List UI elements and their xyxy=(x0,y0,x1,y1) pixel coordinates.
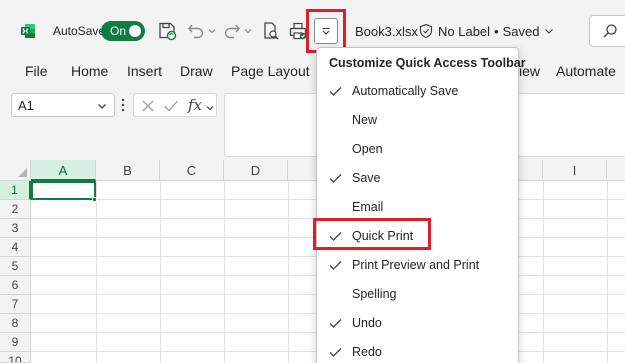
confirm-entry-icon[interactable] xyxy=(163,99,179,113)
menu-item-label: Spelling xyxy=(352,287,397,301)
tab-automate[interactable]: Automate xyxy=(556,63,616,79)
shield-icon xyxy=(419,23,433,39)
tab-home[interactable]: Home xyxy=(71,63,108,79)
column-header-a[interactable]: A xyxy=(31,160,96,181)
menu-item-label: Undo xyxy=(352,316,382,330)
row-header-7[interactable]: 7 xyxy=(0,295,31,314)
column-header-h-partial[interactable] xyxy=(519,160,543,181)
chevron-down-bar-icon xyxy=(322,27,330,35)
toggle-knob xyxy=(129,25,141,37)
menu-item-spelling[interactable]: Spelling xyxy=(317,281,518,309)
menu-item-undo[interactable]: Undo xyxy=(317,310,518,338)
formula-controls: fx xyxy=(133,93,217,117)
print-preview-button[interactable] xyxy=(261,19,281,43)
menu-item-print-preview-and-print[interactable]: Print Preview and Print xyxy=(317,252,518,280)
row-header-3[interactable]: 3 xyxy=(0,219,31,238)
row-header-1[interactable]: 1 xyxy=(0,181,31,200)
menu-item-automatically-save[interactable]: Automatically Save xyxy=(317,78,518,106)
sensitivity-status-group[interactable]: No Label • Saved xyxy=(418,21,555,41)
row-header-8[interactable]: 8 xyxy=(0,314,31,333)
column-header-i[interactable]: I xyxy=(543,160,607,181)
menu-title: Customize Quick Access Toolbar xyxy=(329,56,526,70)
chevron-down-icon xyxy=(208,29,216,34)
row-header-4[interactable]: 4 xyxy=(0,238,31,257)
print-preview-icon xyxy=(264,22,279,40)
grid-line xyxy=(224,181,225,363)
customize-qat-menu: Customize Quick Access Toolbar Automatic… xyxy=(316,47,526,363)
chevron-down-icon[interactable] xyxy=(205,103,215,113)
customize-qat-button[interactable] xyxy=(314,18,338,44)
sensitivity-label: No Label xyxy=(438,23,491,39)
undo-icon xyxy=(188,24,204,39)
row-header-5[interactable]: 5 xyxy=(0,257,31,276)
menu-item-open[interactable]: Open xyxy=(317,136,518,164)
tab-draw[interactable]: Draw xyxy=(180,63,213,79)
search-box[interactable] xyxy=(589,15,625,47)
save-button[interactable] xyxy=(156,19,178,43)
row-header-10[interactable]: 10 xyxy=(0,352,31,363)
select-all-corner[interactable] xyxy=(0,160,31,181)
tab-file[interactable]: File xyxy=(25,63,48,79)
row-header-2[interactable]: 2 xyxy=(0,200,31,219)
grid-line xyxy=(96,181,97,363)
menu-item-label: Email xyxy=(352,200,384,214)
quick-print-icon xyxy=(289,22,307,40)
grid-line xyxy=(160,181,161,363)
separator-dot: • xyxy=(494,23,499,39)
menu-item-new[interactable]: New xyxy=(317,107,518,135)
menu-item-label: Automatically Save xyxy=(352,84,459,98)
column-header-b[interactable]: B xyxy=(96,160,160,181)
menu-item-label: Redo xyxy=(352,345,382,359)
chevron-down-icon xyxy=(98,104,106,109)
chevron-down-icon xyxy=(545,29,554,34)
insert-function-button[interactable]: fx xyxy=(188,96,202,114)
tab-insert[interactable]: Insert xyxy=(127,63,162,79)
autosave-toggle[interactable]: On xyxy=(101,21,145,41)
checkmark-icon xyxy=(329,87,342,96)
undo-button[interactable] xyxy=(186,19,206,43)
menu-item-label: Save xyxy=(352,171,381,185)
name-box[interactable]: A1 xyxy=(11,93,115,117)
chevron-down-icon xyxy=(244,29,252,34)
save-sync-icon xyxy=(159,22,177,41)
quick-print-button[interactable] xyxy=(288,19,308,43)
menu-item-label: Print Preview and Print xyxy=(352,258,480,272)
menu-item-save[interactable]: Save xyxy=(317,165,518,193)
menu-item-label: New xyxy=(352,113,378,127)
column-header-c[interactable]: C xyxy=(160,160,224,181)
quick-print-highlight xyxy=(313,218,431,250)
select-all-triangle xyxy=(18,168,27,177)
ribbon-tabs: File Home Insert Draw Page Layout iew Au… xyxy=(0,56,625,86)
document-title[interactable]: Book3.xlsx xyxy=(355,24,418,39)
checkmark-icon xyxy=(329,348,342,357)
grid-line xyxy=(288,181,289,363)
search-icon xyxy=(603,24,617,38)
row-header-9[interactable]: 9 xyxy=(0,333,31,352)
excel-logo-icon xyxy=(21,24,35,38)
fill-handle[interactable] xyxy=(92,197,97,202)
title-bar: AutoSave On Book3.xlsx No Label • Saved xyxy=(0,0,625,56)
menu-item-redo[interactable]: Redo xyxy=(317,339,518,363)
autosave-label: AutoSave xyxy=(53,24,106,38)
save-status: Saved xyxy=(502,23,540,39)
tab-page-layout[interactable]: Page Layout xyxy=(231,63,310,79)
autosave-toggle-state: On xyxy=(110,24,127,38)
active-cell-a1[interactable] xyxy=(31,181,96,200)
checkmark-icon xyxy=(329,261,342,270)
cancel-entry-icon[interactable] xyxy=(141,99,155,113)
column-header-d[interactable]: D xyxy=(224,160,288,181)
undo-dropdown[interactable] xyxy=(206,19,218,43)
checkmark-icon xyxy=(329,319,342,328)
name-box-value: A1 xyxy=(18,98,34,113)
redo-icon xyxy=(224,24,240,39)
redo-dropdown[interactable] xyxy=(242,19,254,43)
grid-line xyxy=(543,181,544,363)
row-header-6[interactable]: 6 xyxy=(0,276,31,295)
grid-line xyxy=(607,181,608,363)
column-header-e-partial[interactable] xyxy=(288,160,316,181)
redo-button[interactable] xyxy=(222,19,242,43)
more-vertical-icon[interactable] xyxy=(120,97,126,113)
checkmark-icon xyxy=(329,174,342,183)
menu-item-label: Open xyxy=(352,142,383,156)
